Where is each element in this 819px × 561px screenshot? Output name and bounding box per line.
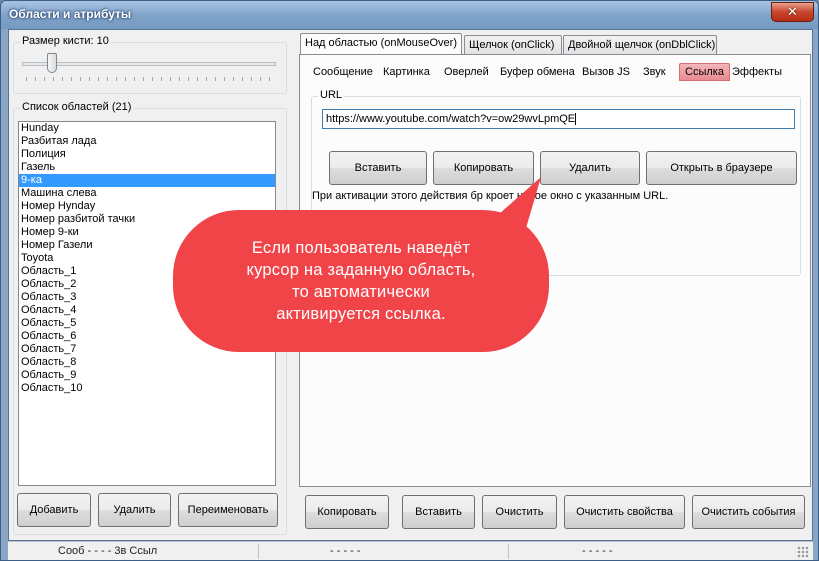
callout-line-4: активируется ссылка.: [276, 305, 446, 323]
resize-grip-icon[interactable]: [797, 546, 809, 558]
status-divider: [508, 544, 509, 559]
status-segment-2: - - - - -: [330, 545, 361, 557]
status-segment-1: Сооб - - - - 3в Ссыл: [58, 545, 158, 557]
callout-bubble: Если пользователь наведёт курсор на зада…: [173, 210, 549, 352]
status-segment-3: - - - - -: [582, 545, 613, 557]
status-bar: Сооб - - - - 3в Ссыл - - - - - - - - - -: [8, 541, 813, 560]
callout-line-2: курсор на заданную область,: [246, 261, 476, 279]
main-window: Области и атрибуты ✕ Размер кисти: 10 Сп…: [0, 0, 819, 561]
callout-line-3: то автоматически: [292, 283, 430, 301]
callout-line-1: Если пользователь наведёт: [251, 239, 471, 257]
status-divider: [258, 544, 259, 559]
